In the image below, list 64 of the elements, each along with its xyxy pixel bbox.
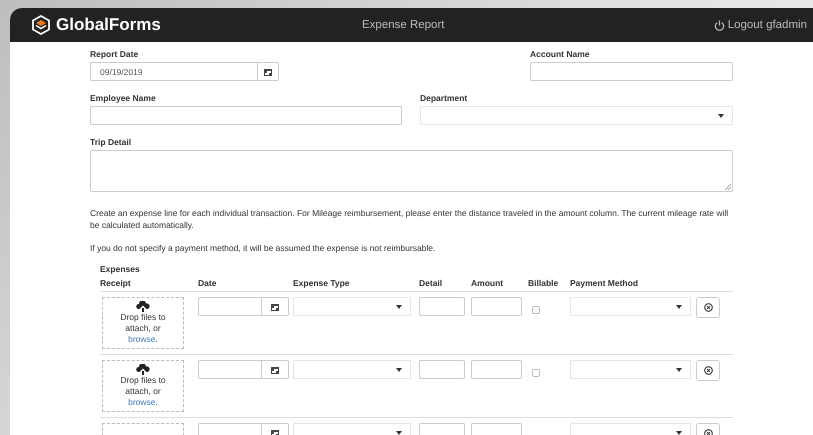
field-label: Account Name — [530, 49, 591, 59]
detail-field[interactable] — [419, 297, 465, 316]
billable-checkbox[interactable] — [532, 369, 540, 377]
drop-instruction: Drop files to attach, or — [119, 312, 167, 334]
date-field[interactable] — [198, 360, 262, 379]
caret-icon — [676, 304, 682, 308]
field-label: Report Date — [90, 49, 140, 59]
browse-link[interactable]: browse — [128, 334, 156, 344]
section-title: Expenses — [100, 264, 141, 274]
account-name-field[interactable] — [530, 62, 733, 81]
department-select[interactable] — [420, 106, 733, 125]
employee-name-field[interactable] — [90, 106, 402, 125]
calendar-button[interactable] — [262, 297, 289, 316]
calendar-button[interactable] — [258, 62, 279, 81]
drop-suffix: browse. — [128, 334, 158, 345]
amount-field[interactable] — [471, 360, 522, 379]
payment-method-select[interactable] — [570, 360, 691, 379]
page-title: Expense Report — [362, 19, 446, 31]
field-label: Department — [420, 93, 468, 103]
file-drop-zone[interactable]: Drop files to attach, or browse. — [102, 297, 184, 349]
calendar-icon — [271, 302, 279, 310]
calendar-icon — [264, 68, 272, 76]
calendar-button[interactable] — [262, 360, 289, 379]
trip-detail-field[interactable] — [90, 150, 733, 192]
field-label: Employee Name — [90, 93, 157, 103]
column-header: Amount — [471, 278, 504, 288]
browse-link[interactable]: browse — [128, 397, 156, 407]
power-icon — [714, 20, 725, 30]
detail-field[interactable] — [419, 360, 465, 379]
drop-instruction: Drop files to attach, or — [119, 375, 167, 397]
date-field[interactable]: 09/19/2019 — [90, 62, 258, 81]
cloud-upload-icon — [136, 364, 150, 375]
column-header: Expense Type — [293, 278, 351, 288]
caret-icon — [676, 368, 682, 372]
close-icon — [704, 303, 712, 312]
resize-grip-icon[interactable] — [725, 184, 731, 190]
instruction-text: If you do not specify a payment method, it will be assumed the expense is not reimbursable. — [90, 242, 436, 254]
column-header: Date — [198, 278, 218, 288]
remove-row-button[interactable] — [696, 297, 720, 318]
drop-suffix: browse. — [128, 397, 158, 408]
column-header: Detail — [419, 278, 444, 288]
cube-logo-icon — [32, 15, 50, 35]
column-header: Receipt — [100, 278, 132, 288]
date-field[interactable] — [198, 297, 262, 316]
caret-icon — [396, 368, 402, 372]
field-label: Trip Detail — [90, 137, 132, 147]
billable-checkbox[interactable] — [532, 306, 540, 314]
caret-icon — [396, 304, 402, 308]
cloud-upload-icon — [136, 301, 150, 312]
caret-icon — [396, 430, 402, 434]
amount-field[interactable] — [471, 297, 522, 316]
close-icon — [704, 366, 712, 375]
brand-name: GlobalForms — [56, 15, 161, 35]
column-header: Billable — [528, 278, 560, 288]
remove-row-button[interactable] — [696, 360, 720, 381]
caret-icon — [676, 430, 682, 434]
payment-method-select[interactable] — [570, 297, 691, 316]
caret-icon — [718, 114, 724, 118]
calendar-icon — [271, 428, 279, 435]
logout-link[interactable]: Logout gfadmin — [714, 19, 807, 31]
instruction-text: Create an expense line for each individual transaction. For Mileage reimbursement, please enter the distance traveled in the amount column. The current mileage rate will be calculated automatically. — [90, 207, 730, 231]
calendar-icon — [271, 366, 279, 374]
column-header: Payment Method — [570, 278, 640, 288]
file-drop-zone[interactable]: Drop files to attach, or browse. — [102, 360, 184, 412]
